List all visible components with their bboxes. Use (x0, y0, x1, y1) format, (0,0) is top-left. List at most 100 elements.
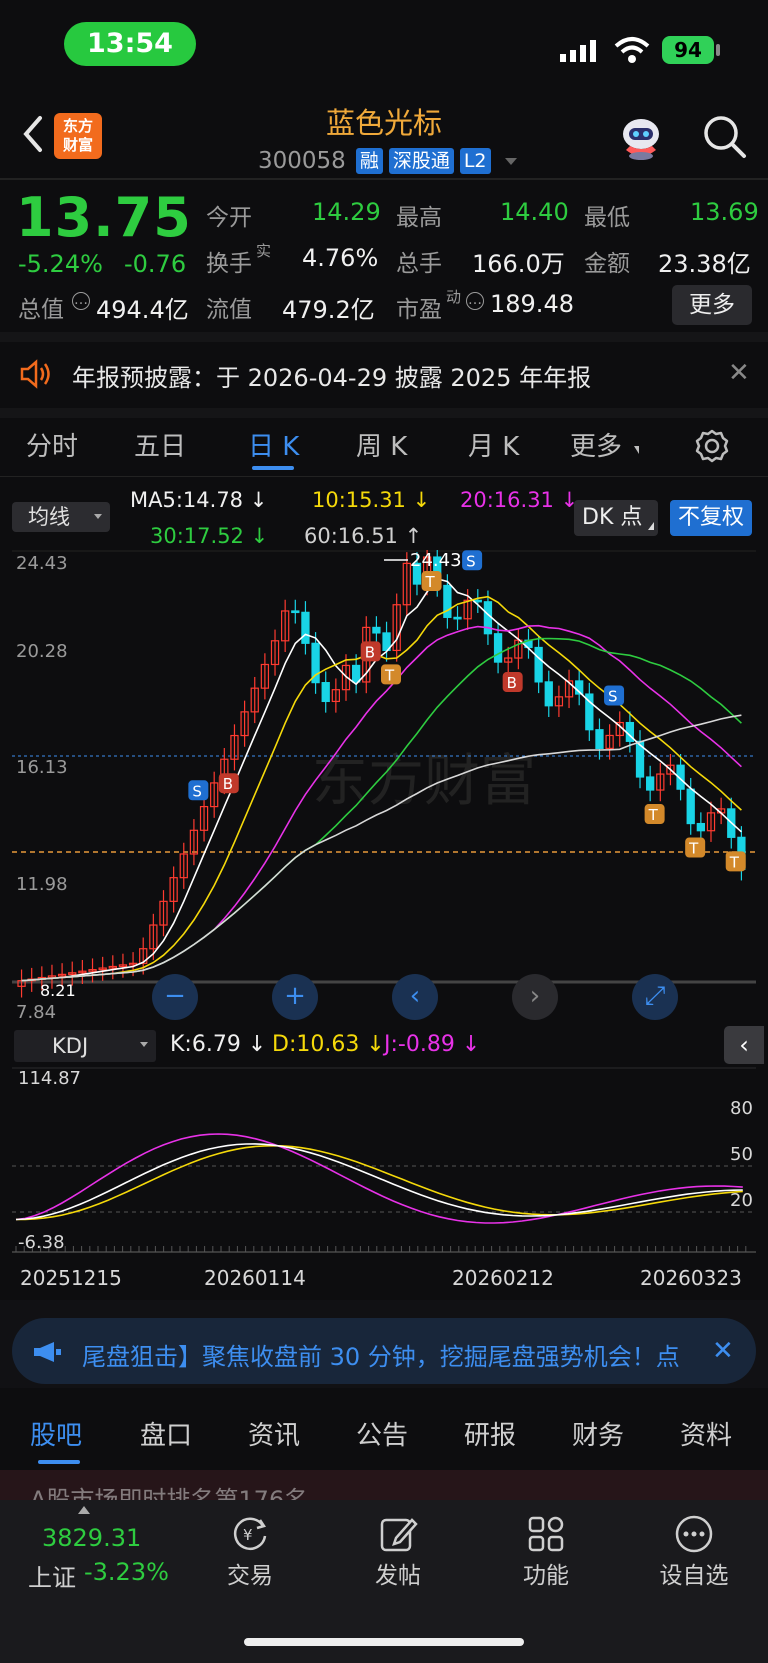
back-arrow-icon[interactable] (18, 112, 48, 156)
candle (453, 616, 462, 620)
ma60-value: 60:16.51 ↑ (304, 524, 423, 548)
caret-down-icon (94, 514, 102, 519)
search-icon[interactable] (700, 112, 748, 160)
trade-icon[interactable]: ¥ (230, 1514, 270, 1554)
info-icon[interactable]: … (72, 292, 90, 310)
nav-trade[interactable]: 交易 (190, 1556, 310, 1590)
gear-icon[interactable] (694, 428, 730, 464)
logo-text-line1: 东方 (62, 117, 93, 135)
signal-marker-text: S (466, 552, 476, 570)
promo-banner-text[interactable]: 尾盘狙击】聚焦收盘前 30 分钟，挖掘尾盘强势机会！点 (82, 1337, 702, 1372)
caret-down-icon (140, 1042, 148, 1047)
clock: 13:54 (64, 22, 196, 66)
info-icon[interactable]: … (466, 292, 484, 310)
y-axis-label: 11.98 (16, 874, 68, 895)
margin-tag: 融 (355, 148, 383, 174)
nav-post[interactable]: 发帖 (338, 1556, 458, 1590)
high-label: 最高 (396, 205, 442, 231)
fullscreen-button[interactable]: ⤢ (632, 974, 678, 1020)
tab-more[interactable]: 更多 (570, 426, 622, 463)
tab-news[interactable]: 资讯 (248, 1415, 300, 1452)
tab-order-book[interactable]: 盘口 (140, 1415, 192, 1452)
tab-monthly-k[interactable]: 月 K (468, 426, 519, 463)
kdj-y-min: -6.38 (18, 1232, 65, 1253)
market-cap-label: 总值 (18, 297, 64, 323)
kdj-selector[interactable]: KDJ (14, 1030, 156, 1062)
caret-icon (648, 522, 654, 530)
tab-daily-k[interactable]: 日 K (248, 426, 299, 463)
tab-research[interactable]: 研报 (464, 1415, 516, 1452)
candle (646, 776, 655, 791)
candle (443, 584, 452, 618)
candle (351, 664, 361, 683)
nav-watchlist[interactable]: 设自选 (634, 1556, 754, 1590)
no-adjust-button[interactable]: 不复权 (670, 500, 752, 536)
index-name[interactable]: 上证 (28, 1558, 76, 1593)
open-label: 今开 (206, 205, 252, 231)
max-price-marker: 24.43 (410, 550, 462, 571)
signal-marker-text: T (688, 840, 699, 858)
kdj-level-50: 50 (730, 1144, 753, 1165)
signal-marker-text: T (425, 573, 436, 591)
active-tab-indicator (38, 1460, 80, 1464)
annual-report-notice[interactable]: 年报预披露：于 2026-04-29 披露 2025 年年报 (72, 358, 591, 393)
date-label: 20260212 (452, 1266, 554, 1290)
candlestick-chart[interactable]: 东方财富 BSSBTTBSTTT 24.43 8.21 (12, 550, 756, 1022)
kdj-k-value: K:6.79 ↓ (170, 1032, 267, 1057)
divider (0, 332, 768, 342)
ma10-value: 10:15.31 ↓ (312, 488, 431, 512)
turnover-label: 换手 (206, 251, 252, 277)
tab-five-day[interactable]: 五日 (134, 426, 186, 463)
dk-point-button[interactable]: DK 点 (574, 500, 658, 536)
eastmoney-logo[interactable]: 东方 财富 (54, 113, 102, 159)
kdj-level-80: 80 (730, 1098, 753, 1119)
index-change[interactable]: -3.23% (84, 1558, 169, 1586)
tab-forum[interactable]: 股吧 (30, 1415, 82, 1452)
signal-marker-text: T (384, 666, 395, 684)
stock-code: 300058 (258, 148, 346, 174)
pan-left-button[interactable]: ‹ (392, 974, 438, 1020)
volume-label: 总手 (396, 251, 442, 277)
market-cap-value: 494.4亿 (96, 296, 189, 324)
grid-icon[interactable] (526, 1514, 566, 1554)
turnover-sup: 实 (256, 242, 272, 260)
tab-announcements[interactable]: 公告 (356, 1415, 408, 1452)
tab-weekly-k[interactable]: 周 K (356, 426, 407, 463)
y-axis-label: 20.28 (16, 641, 68, 662)
change-amount: -0.76 (124, 250, 187, 278)
compose-icon[interactable] (378, 1514, 418, 1554)
caret-up-icon[interactable] (78, 1506, 90, 1514)
index-value[interactable]: 3829.31 (42, 1524, 141, 1552)
dk-point-label: DK 点 (582, 505, 643, 530)
ma30-value: 30:17.52 ↓ (150, 524, 269, 548)
collapse-panel-button[interactable]: ‹ (724, 1026, 764, 1064)
more-circle-icon[interactable] (674, 1514, 714, 1554)
date-label: 20260114 (204, 1266, 306, 1290)
close-icon[interactable]: ✕ (712, 1336, 734, 1366)
tab-intraday[interactable]: 分时 (26, 426, 78, 463)
open-value: 14.29 (312, 198, 381, 226)
zoom-out-button[interactable]: − (152, 974, 198, 1020)
indicator-selector[interactable]: 均线 (12, 502, 110, 532)
chevron-down-icon (504, 157, 517, 165)
close-icon[interactable]: ✕ (728, 358, 750, 388)
tab-profile[interactable]: 资料 (680, 1415, 732, 1452)
amount-label: 金额 (584, 251, 630, 277)
kdj-chart[interactable] (12, 1066, 756, 1256)
battery-tip (716, 44, 720, 56)
change-percent: -5.24% (18, 250, 103, 278)
nav-functions[interactable]: 功能 (486, 1556, 606, 1590)
tab-financials[interactable]: 财务 (572, 1415, 624, 1452)
last-price: 13.75 (16, 186, 192, 249)
divider (0, 476, 768, 477)
stock-name[interactable]: 蓝色光标 (234, 100, 534, 142)
stock-code-row[interactable]: 300058 融 深股通 L2 (258, 146, 517, 176)
pan-right-button[interactable]: › (512, 974, 558, 1020)
more-button[interactable]: 更多 (672, 285, 752, 325)
zoom-in-button[interactable]: + (272, 974, 318, 1020)
robot-assistant-icon[interactable] (616, 112, 666, 162)
low-value: 13.69 (690, 198, 759, 226)
low-label: 最低 (584, 205, 630, 231)
cellular-signal-icon (560, 40, 596, 62)
active-tab-indicator (252, 466, 294, 470)
